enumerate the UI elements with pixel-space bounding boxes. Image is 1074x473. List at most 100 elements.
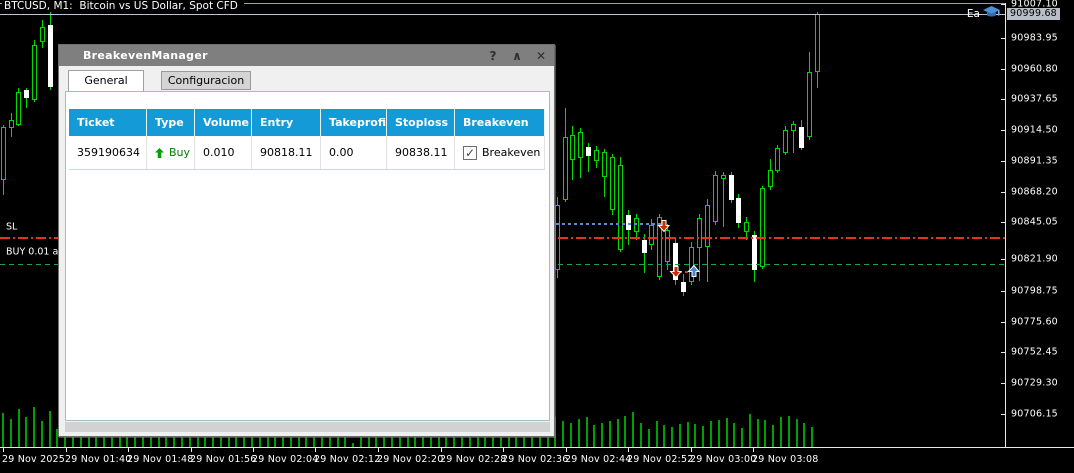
current-price-line [0,14,1005,15]
tab-general[interactable]: General [68,70,144,91]
collapse-button[interactable]: ∧ [510,49,524,63]
candle-body [1,127,6,180]
time-axis[interactable]: 29 Nov 202529 Nov 01:4029 Nov 01:4829 No… [0,448,1074,473]
volume-bar [352,443,354,447]
table-header-cell: Takeprofit [321,109,387,136]
breakeven-checkbox-label: Breakeven [482,137,540,169]
volume-bar [656,421,658,447]
candle-body [649,225,654,245]
time-axis-label: 29 Nov 02:04 [252,454,318,465]
volume-bar [562,421,564,447]
price-axis-label: 90729.30 [1011,378,1058,389]
price-axis-tick [1001,38,1005,39]
table-header-cell: Entry [252,109,321,136]
time-axis-tick [566,447,567,452]
candle-body [642,240,647,253]
volume-bar [33,407,35,447]
volume-bar [811,427,813,447]
candle-body [744,222,749,232]
candle-body [807,72,812,137]
table-row[interactable]: 359190634 Buy 0.010 90818.11 0.00 90838.… [69,136,545,170]
candle-body [799,127,804,148]
breakeven-manager-dialog: BreakevenManager ? ∧ ✕ General Configura… [58,44,555,437]
dialog-bottom-band [65,422,550,432]
price-axis-label: 90845.05 [1011,217,1058,228]
position-type-label: Buy [169,137,190,169]
price-axis-label: 90775.60 [1011,317,1058,328]
volume-bar [718,420,720,447]
volume-bar [757,419,759,447]
price-axis-tick [1001,291,1005,292]
price-axis-tick [1001,192,1005,193]
trade-marker-down-icon [658,220,671,233]
volume-bar [617,419,619,447]
time-axis-tick [691,447,692,452]
candle-body [40,27,45,42]
volume-bar [733,423,735,447]
candle-body [563,137,568,200]
volume-bar [624,416,626,447]
time-axis-label: 29 Nov 01:56 [190,454,256,465]
time-axis-tick [441,447,442,452]
cell-takeprofit: 0.00 [321,136,387,169]
breakeven-checkbox[interactable]: ✓ [463,146,477,160]
price-axis-label: 90798.75 [1011,286,1058,297]
table-header-cell: Volume [195,109,252,136]
price-axis-label: 90937.65 [1011,94,1058,105]
candle-body [634,218,639,232]
close-button[interactable]: ✕ [534,49,548,63]
positions-table: TicketTypeVolumeEntryTakeprofitStoplossB… [69,109,545,170]
candle-body [768,170,773,187]
chart-symbol-title: BTCUSD, M1: Bitcoin vs US Dollar, Spot C… [2,0,244,12]
price-axis-label: 90821.90 [1011,254,1058,265]
volume-bar [578,419,580,447]
volume-bar [702,426,704,447]
time-axis-tick [253,447,254,452]
time-axis-label: 29 Nov 03:00 [690,454,756,465]
volume-bar [640,423,642,447]
dialog-titlebar[interactable]: BreakevenManager ? ∧ ✕ [59,45,554,66]
candle-body [16,92,21,125]
candle-wick [723,172,724,227]
volume-bar [609,421,611,447]
candle-body [775,148,780,171]
volume-bar [49,411,51,447]
price-axis-label: 90983.95 [1011,33,1058,44]
price-axis-tick [1001,69,1005,70]
price-axis-label: 90706.15 [1011,409,1058,420]
candle-body [681,282,686,292]
price-axis-tick [1001,222,1005,223]
candle-body [578,132,583,158]
time-axis-label: 29 Nov 03:08 [752,454,818,465]
tab-configuracion[interactable]: Configuracion [161,71,251,90]
price-axis-label: 90752.45 [1011,347,1058,358]
table-header-cell: Breakeven [455,109,545,136]
volume-bar [663,425,665,447]
volume-bar [25,417,27,447]
dialog-tabstrip: General Configuracion [59,66,554,91]
candle-body [32,45,37,100]
price-axis[interactable]: 91007.1090983.9590960.8090937.6590914.50… [1006,0,1074,447]
candle-body [713,175,718,222]
candle-body [594,150,599,161]
table-header-cell: Type [147,109,195,136]
price-axis-label: 90868.20 [1011,187,1058,198]
time-axis-label: 29 Nov 01:40 [65,454,131,465]
time-axis-label: 29 Nov 2025 [2,454,65,465]
volume-bar [741,428,743,447]
time-axis-label: 29 Nov 01:48 [127,454,193,465]
price-axis-label: 90891.35 [1011,156,1058,167]
volume-bar [679,424,681,447]
help-button[interactable]: ? [486,49,500,63]
time-axis-tick [315,447,316,452]
table-header-row: TicketTypeVolumeEntryTakeprofitStoplossB… [69,109,545,136]
candle-body [697,218,702,248]
volume-bar [764,420,766,447]
chart-text-label: SL [6,222,17,233]
candle-body [721,175,726,179]
ea-indicator[interactable]: Ea [967,6,1000,22]
candle-body [586,147,591,156]
volume-bar [648,429,650,447]
candle-body [48,25,53,87]
cell-type: Buy [147,136,195,169]
